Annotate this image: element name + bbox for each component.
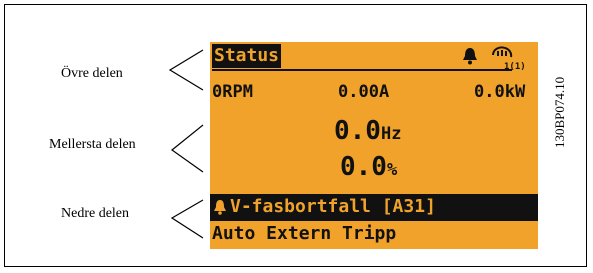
lcd-display: Status 1(1) 0RPM 0.00A 0.0kW 0.0Hz 0.0% … (210, 42, 538, 249)
bracket-lower (170, 199, 204, 239)
bracket-upper (168, 49, 204, 91)
alarm-message: V-fasbortfall [A31] (230, 196, 436, 217)
frequency-value: 0.0 (334, 116, 381, 146)
bracket-middle (171, 124, 204, 173)
bottom-message: Auto Extern Tripp (212, 223, 397, 244)
alarm-bell-icon (214, 200, 226, 215)
percent-readout: 0.0% (340, 152, 397, 182)
hand-icon (492, 46, 513, 58)
power-readout: 0.0kW (474, 82, 526, 102)
status-underline (212, 69, 512, 71)
hand-marker-text: 1(1) (504, 62, 526, 72)
lcd-upper-section: Status 1(1) (210, 42, 538, 76)
speed-readout: 0RPM (212, 82, 253, 102)
status-title: Status (212, 44, 282, 68)
alarm-bar: V-fasbortfall [A31] (210, 194, 538, 221)
percent-unit: % (386, 160, 398, 180)
figure-code: 130BP074.10 (552, 76, 567, 148)
percent-value: 0.0 (340, 152, 387, 182)
current-readout: 0.00A (338, 82, 390, 102)
frequency-readout: 0.0Hz (334, 116, 401, 146)
bell-icon (463, 48, 477, 65)
frequency-unit: Hz (380, 124, 402, 144)
